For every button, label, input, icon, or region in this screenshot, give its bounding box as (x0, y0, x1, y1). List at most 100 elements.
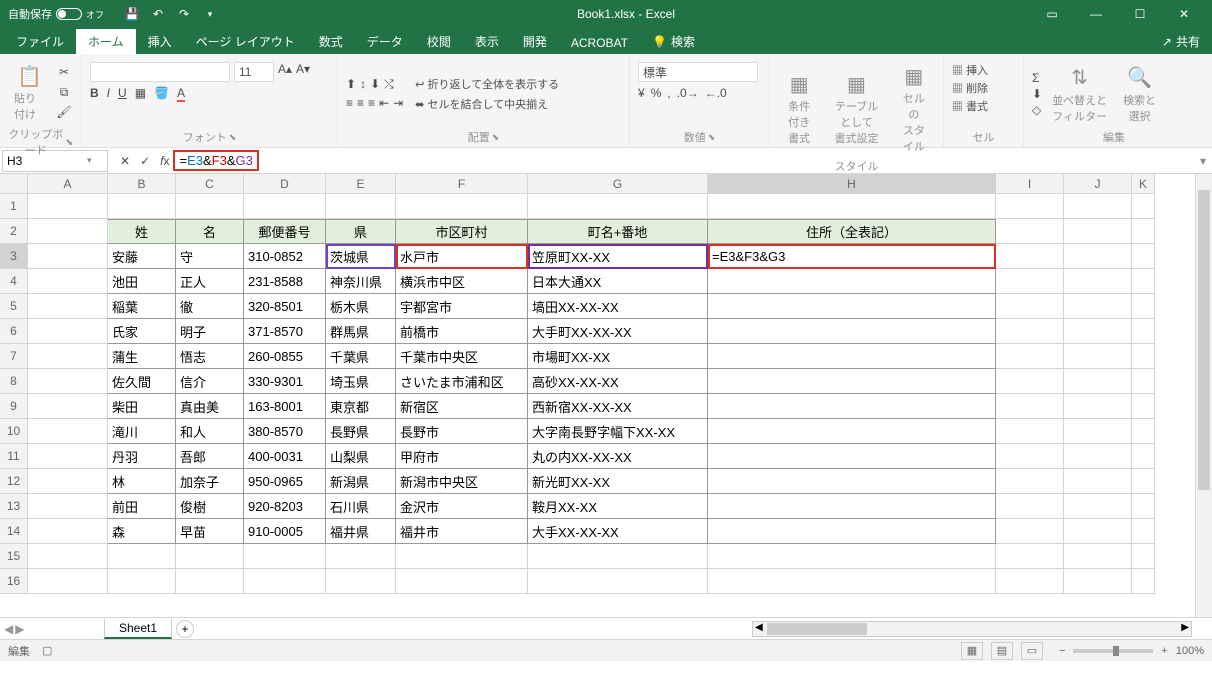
cell[interactable] (1064, 269, 1132, 294)
cell[interactable] (1132, 269, 1155, 294)
cell[interactable] (176, 544, 244, 569)
cell[interactable]: 正人 (176, 269, 244, 294)
cell[interactable]: 310-0852 (244, 244, 326, 269)
cell[interactable] (1064, 369, 1132, 394)
tab-developer[interactable]: 開発 (511, 29, 559, 54)
column-header[interactable]: A (28, 174, 108, 194)
normal-view-button[interactable]: ▦ (961, 642, 983, 660)
cell[interactable] (28, 469, 108, 494)
sheet-tab[interactable]: Sheet1 (104, 619, 172, 639)
cell[interactable]: 塙田XX-XX-XX (528, 294, 708, 319)
format-as-table-button[interactable]: ▦テーブルとして 書式設定 (824, 66, 888, 150)
row-header[interactable]: 5 (0, 294, 28, 319)
cell[interactable] (1132, 419, 1155, 444)
indent-inc-icon[interactable]: ⇥ (393, 96, 403, 110)
cell[interactable]: 日本大通XX (528, 269, 708, 294)
qat-dropdown-icon[interactable]: ▾ (200, 4, 220, 24)
cell[interactable]: 宇都宮市 (396, 294, 528, 319)
formula-input[interactable]: =E3&F3&G3 (169, 150, 1194, 171)
row-header[interactable]: 7 (0, 344, 28, 369)
row-header[interactable]: 8 (0, 369, 28, 394)
cell[interactable]: 丹羽 (108, 444, 176, 469)
cell[interactable] (708, 469, 996, 494)
italic-button[interactable]: I (107, 86, 110, 100)
cell[interactable] (28, 544, 108, 569)
cell[interactable]: 新潟県 (326, 469, 396, 494)
tab-home[interactable]: ホーム (76, 29, 136, 54)
tab-data[interactable]: データ (355, 29, 415, 54)
namebox-dropdown-icon[interactable]: ▾ (87, 155, 92, 166)
cell[interactable]: 山梨県 (326, 444, 396, 469)
comma-icon[interactable]: , (667, 86, 670, 100)
indent-dec-icon[interactable]: ⇤ (379, 96, 389, 110)
cell[interactable]: 大手町XX-XX-XX (528, 319, 708, 344)
cell[interactable]: 俊樹 (176, 494, 244, 519)
cell[interactable] (28, 494, 108, 519)
cut-icon[interactable]: ✂ (55, 63, 73, 81)
cell[interactable]: 千葉県 (326, 344, 396, 369)
cell[interactable]: 福井県 (326, 519, 396, 544)
autosave-toggle-icon[interactable] (56, 8, 82, 20)
clear-icon[interactable]: ◇ (1032, 103, 1042, 117)
cell[interactable]: 千葉市中央区 (396, 344, 528, 369)
cell[interactable]: 茨城県 (326, 244, 396, 269)
cell[interactable] (996, 519, 1064, 544)
select-all-button[interactable] (0, 174, 28, 194)
cell[interactable] (528, 544, 708, 569)
cell[interactable] (708, 369, 996, 394)
zoom-out-button[interactable]: − (1059, 645, 1065, 657)
cell[interactable] (28, 569, 108, 594)
zoom-in-button[interactable]: + (1161, 645, 1167, 657)
cell[interactable] (1132, 469, 1155, 494)
cell[interactable]: さいたま市浦和区 (396, 369, 528, 394)
cell[interactable]: 早苗 (176, 519, 244, 544)
cell[interactable]: 950-0965 (244, 469, 326, 494)
cell[interactable] (244, 569, 326, 594)
share-button[interactable]: ↗共有 (1150, 29, 1212, 54)
row-header[interactable]: 9 (0, 394, 28, 419)
cell[interactable] (244, 194, 326, 219)
cell[interactable]: 柴田 (108, 394, 176, 419)
column-header[interactable]: H (708, 174, 996, 194)
cell[interactable]: 守 (176, 244, 244, 269)
border-button[interactable]: ▦ (135, 86, 146, 100)
cell[interactable] (708, 494, 996, 519)
cell[interactable] (528, 569, 708, 594)
dialog-launcher-icon[interactable]: ⬊ (229, 132, 237, 143)
cell[interactable]: 大手XX-XX-XX (528, 519, 708, 544)
cell[interactable] (996, 344, 1064, 369)
row-header[interactable]: 2 (0, 219, 28, 244)
scroll-right-icon[interactable]: ▶ (1181, 622, 1189, 633)
cell[interactable]: 市場町XX-XX (528, 344, 708, 369)
hscroll-thumb[interactable] (767, 623, 867, 635)
cell[interactable]: 名 (176, 219, 244, 244)
cell[interactable] (1132, 569, 1155, 594)
cell[interactable] (28, 194, 108, 219)
cell[interactable]: 福井市 (396, 519, 528, 544)
cell[interactable] (244, 544, 326, 569)
cell[interactable]: 鞍月XX-XX (528, 494, 708, 519)
column-header[interactable]: B (108, 174, 176, 194)
cell[interactable] (996, 419, 1064, 444)
cell[interactable] (1064, 319, 1132, 344)
cell[interactable] (28, 519, 108, 544)
cell[interactable] (1064, 394, 1132, 419)
cell[interactable] (996, 219, 1064, 244)
row-header[interactable]: 3 (0, 244, 28, 269)
insert-function-icon[interactable]: fx (160, 154, 169, 168)
cell[interactable]: 長野市 (396, 419, 528, 444)
cell[interactable] (708, 544, 996, 569)
pagebreak-view-button[interactable]: ▭ (1021, 642, 1043, 660)
cell[interactable]: 栃木県 (326, 294, 396, 319)
cell[interactable] (108, 544, 176, 569)
cell[interactable] (1132, 244, 1155, 269)
cell[interactable] (1064, 494, 1132, 519)
cell[interactable] (996, 244, 1064, 269)
cell[interactable] (28, 344, 108, 369)
dialog-launcher-icon[interactable]: ⬊ (65, 137, 73, 148)
cell[interactable] (28, 269, 108, 294)
sheet-next-icon[interactable]: ▶ (15, 622, 24, 636)
cell[interactable] (326, 544, 396, 569)
row-header[interactable]: 4 (0, 269, 28, 294)
cell[interactable] (28, 369, 108, 394)
